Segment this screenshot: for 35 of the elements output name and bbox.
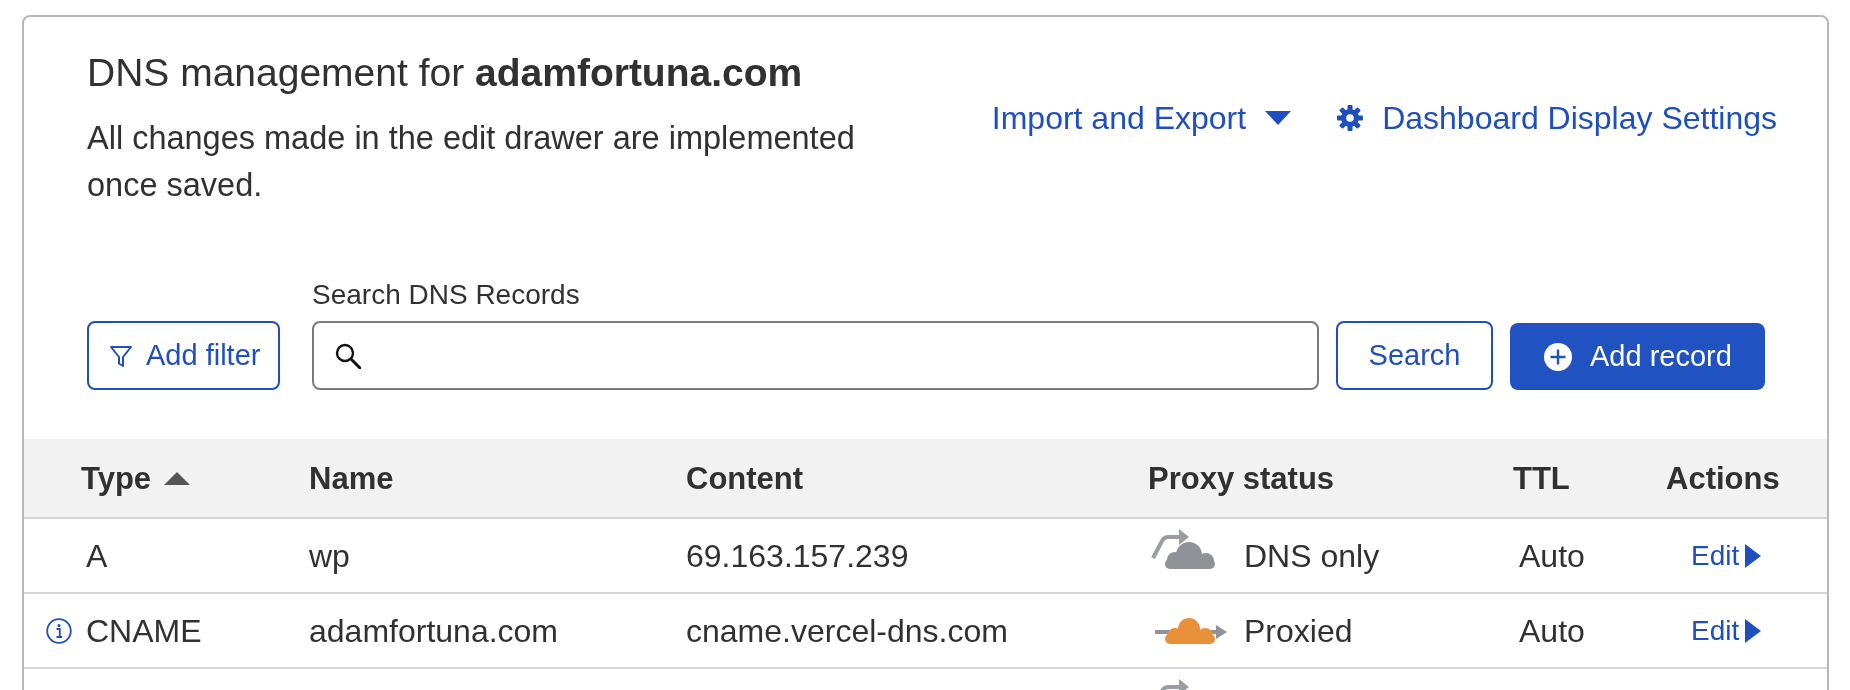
table-cell: Auto [1519,611,1585,651]
search-button[interactable]: Search [1336,321,1493,391]
dropdown-link[interactable]: Import and Export [991,99,1292,138]
page-title: DNS management for adamfortuna.com [87,50,803,96]
caret-down-icon [1265,111,1292,126]
table-cell: CNAME [86,611,202,651]
table-cell: wp [309,536,350,576]
caret-right-icon [1745,543,1762,568]
search-icon [334,342,361,370]
plus-circle-icon [1544,342,1572,371]
table-cell: cname.vercel-dns.com [686,611,1008,651]
table-cell: adamfortuna.com [309,611,558,651]
gear-icon [1337,105,1364,132]
column-header[interactable]: Content [686,459,804,497]
column-header[interactable]: Actions [1666,459,1780,497]
search-field[interactable] [312,321,1319,391]
column-header[interactable]: Proxy status [1148,459,1335,497]
edit-link[interactable]: Edit [1691,539,1762,573]
column-header[interactable]: Name [309,459,394,497]
caret-right-icon [1745,618,1762,643]
search-label: Search DNS Records [312,277,580,312]
add-filter-button[interactable]: Add filter [87,321,280,391]
table-cell: DNS only [1244,536,1380,576]
add-record-button[interactable]: Add record [1510,323,1765,391]
filter-icon [109,343,133,368]
table-cell: Proxied [1244,611,1353,651]
table-cell: Auto [1519,536,1585,576]
table-cell: A [86,536,108,576]
table-cell: 69.163.157.239 [686,536,909,576]
column-header[interactable]: TTL [1513,459,1570,497]
description-text: All changes made in the edit drawer are implemented once saved. [87,118,856,205]
edit-link[interactable]: Edit [1691,614,1762,648]
info-icon[interactable] [46,617,72,644]
column-header[interactable]: Type [81,459,191,497]
settings-link[interactable]: Dashboard Display Settings [1337,99,1777,138]
